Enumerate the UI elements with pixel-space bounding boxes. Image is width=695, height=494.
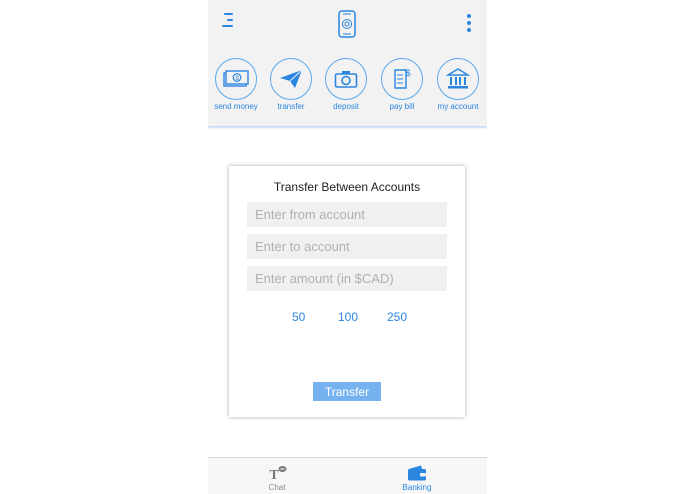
- phone-screen: $ send money transfer deposit $ pay bill…: [208, 0, 487, 494]
- svg-text:T: T: [269, 468, 279, 481]
- pay-bill-button[interactable]: $ pay bill: [380, 58, 424, 111]
- transfer-card: Transfer Between Accounts 50 100 250 Tra…: [229, 166, 465, 417]
- cash-icon: $: [223, 70, 249, 87]
- bank-icon: [446, 68, 470, 89]
- quick-amount-100[interactable]: 100: [338, 310, 358, 324]
- quick-actions: $ send money transfer deposit $ pay bill…: [208, 58, 487, 118]
- action-label: my account: [437, 102, 479, 111]
- send-money-button[interactable]: $ send money: [214, 58, 258, 111]
- hamburger-menu-icon[interactable]: [219, 13, 233, 27]
- action-label: send money: [214, 102, 258, 111]
- phone-logo-icon: [338, 10, 356, 38]
- tab-chat[interactable]: T Chat: [242, 458, 312, 494]
- svg-text:$: $: [405, 68, 410, 78]
- card-title: Transfer Between Accounts: [273, 180, 421, 194]
- tab-bar: T Chat Banking: [208, 457, 487, 494]
- header: $ send money transfer deposit $ pay bill…: [208, 0, 487, 126]
- amount-input[interactable]: [247, 266, 447, 291]
- transfer-button[interactable]: transfer: [269, 58, 313, 111]
- bill-icon: $: [394, 68, 411, 89]
- deposit-button[interactable]: deposit: [324, 58, 368, 111]
- wallet-icon: [408, 465, 426, 481]
- tab-banking[interactable]: Banking: [382, 458, 452, 494]
- quick-amount-50[interactable]: 50: [292, 310, 305, 324]
- my-account-button[interactable]: my account: [436, 58, 480, 111]
- action-label: deposit: [333, 102, 359, 111]
- action-label: pay bill: [389, 102, 415, 111]
- action-label: transfer: [277, 102, 305, 111]
- camera-icon: [334, 71, 358, 88]
- transfer-submit-button[interactable]: Transfer: [313, 382, 381, 401]
- tab-label: Chat: [268, 483, 286, 492]
- quick-amount-250[interactable]: 250: [387, 310, 407, 324]
- from-account-input[interactable]: [247, 202, 447, 227]
- chat-icon: T: [269, 466, 287, 481]
- tab-label: Banking: [402, 483, 432, 492]
- paper-plane-icon: [280, 69, 303, 88]
- kebab-menu-icon[interactable]: [466, 14, 472, 34]
- to-account-input[interactable]: [247, 234, 447, 259]
